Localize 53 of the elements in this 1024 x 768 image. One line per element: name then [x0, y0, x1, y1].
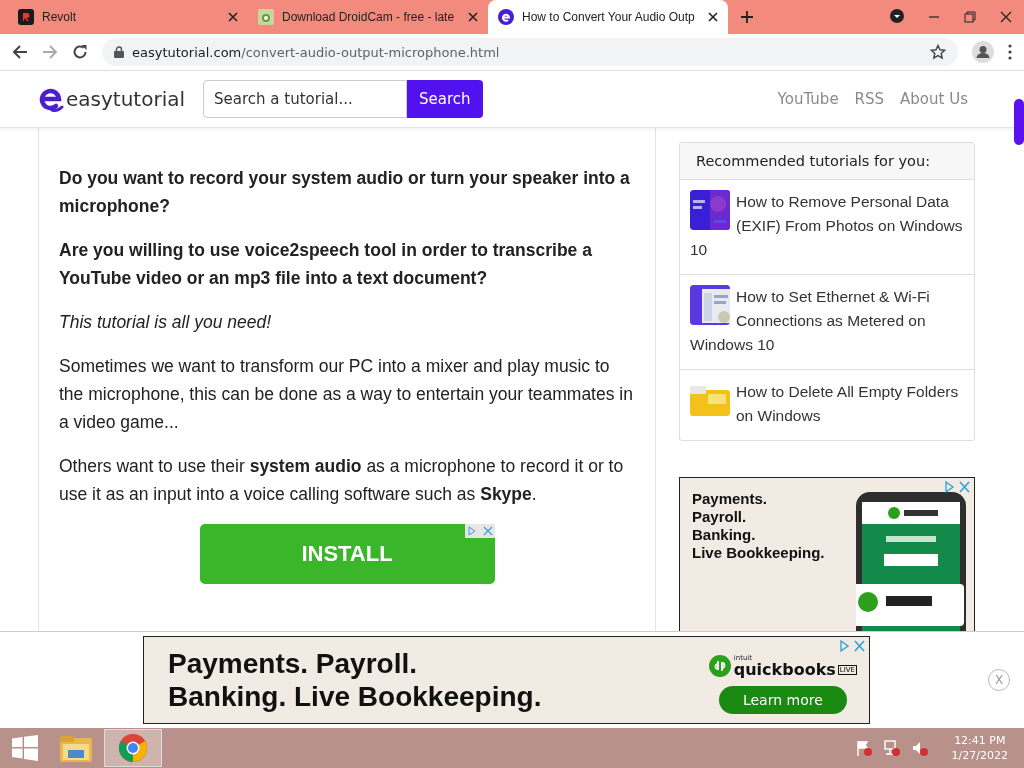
- flag-icon[interactable]: [855, 740, 872, 756]
- nav-link[interactable]: YouTube: [777, 90, 839, 108]
- search-field[interactable]: Search a tutorial...: [203, 80, 407, 118]
- tutorial-link[interactable]: How to Remove Personal Data (EXIF) From Photos on Windows 10: [690, 190, 964, 262]
- learn-more-button[interactable]: Learn more: [718, 685, 847, 714]
- browser-tab[interactable]: Revolt: [8, 0, 248, 34]
- address-bar[interactable]: easytutorial.com/convert-audio-output-microphone.html: [102, 38, 958, 66]
- nav-link[interactable]: About Us: [900, 90, 968, 108]
- start-icon[interactable]: [12, 735, 38, 761]
- dropdown-icon[interactable]: [890, 9, 904, 23]
- browser-tab[interactable]: Download DroidCam - free - late: [248, 0, 488, 34]
- lock-icon: [114, 46, 124, 58]
- paragraph: Sometimes we want to transform our PC into a mixer and play music to the microphone, this can be done as a way to entertain your teammates in a video game...: [59, 355, 634, 434]
- folder-icon[interactable]: [60, 734, 92, 762]
- reload-icon[interactable]: [72, 44, 88, 60]
- close-icon[interactable]: [1000, 11, 1012, 23]
- logo-icon: [708, 655, 731, 677]
- app-icon: [18, 9, 34, 25]
- brand-name: quickbooks: [733, 661, 836, 678]
- site-logo[interactable]: easytutorial: [66, 87, 185, 111]
- tab-title: How to Convert Your Audio Outp: [522, 10, 696, 24]
- back-icon[interactable]: [12, 44, 28, 60]
- close-icon[interactable]: [228, 12, 238, 22]
- paragraph: Are you willing to use voice2speech tool in order to transcribe a YouTube video or an mp3 file into a text document?: [59, 239, 593, 290]
- app-icon: [258, 9, 274, 25]
- tutorial-link[interactable]: How to Delete All Empty Folders on Windows: [690, 380, 964, 428]
- paragraph: Do you want to record your system audio or turn your speaker into a microphone?: [59, 167, 631, 218]
- plus-icon[interactable]: [740, 10, 754, 24]
- restore-icon[interactable]: [964, 11, 976, 23]
- close-icon[interactable]: [708, 12, 718, 22]
- tab-title: Download DroidCam - free - late: [282, 10, 456, 24]
- search-button[interactable]: Search: [407, 80, 483, 118]
- card-header: Recommended tutorials for you:: [680, 143, 974, 180]
- ad-choices-icon[interactable]: [942, 480, 972, 494]
- url-text: easytutorial.com/convert-audio-output-microphone.html: [132, 44, 500, 60]
- paragraph: This tutorial is all you need!: [59, 311, 273, 334]
- paragraph: Others want to use their system audio as a microphone to record it or to use it as an input into a voice calling software such as Skype.: [59, 455, 625, 506]
- nav-link[interactable]: RSS: [854, 90, 885, 108]
- close-icon[interactable]: [468, 12, 478, 22]
- tab-title: Revolt: [42, 10, 77, 24]
- menu-icon[interactable]: [1008, 44, 1012, 60]
- avatar-icon[interactable]: [972, 41, 994, 63]
- browser-icon[interactable]: [119, 734, 147, 762]
- speaker-icon[interactable]: [911, 740, 928, 756]
- star-icon[interactable]: [930, 44, 946, 60]
- tutorial-link[interactable]: How to Set Ethernet & Wi-Fi Connections as Metered on Windows 10: [690, 285, 964, 357]
- ad-headline: Payments. Payroll. Banking. Live Bookkeeping.: [692, 490, 826, 563]
- logo-icon[interactable]: [38, 86, 64, 112]
- browser-tab[interactable]: How to Convert Your Audio Outp: [488, 0, 728, 34]
- scrollbar-thumb[interactable]: [1014, 99, 1024, 145]
- ad-headline: Payments. Payroll. Banking. Live Bookkeeping.: [168, 647, 542, 713]
- logo-icon: [498, 9, 514, 25]
- network-icon[interactable]: [883, 740, 900, 756]
